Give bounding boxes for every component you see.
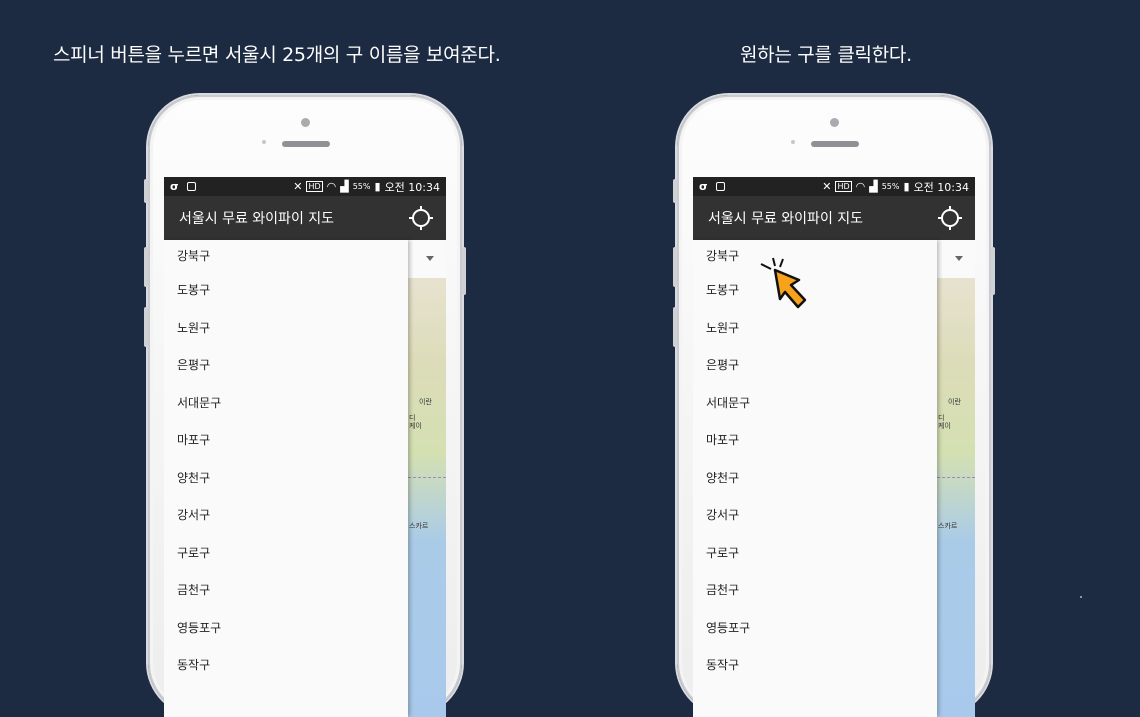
list-item[interactable]: 금천구 [164,572,408,610]
caption-right: 원하는 구를 클릭한다. [740,44,912,66]
phone-volume-down [144,307,148,347]
list-item[interactable]: 노원구 [693,310,937,348]
phone-screen: σ ✕ HD ◠ ▟ 55% ▮ 오전 10:34 서울시 무료 와이파이 지도 [164,177,446,717]
list-item[interactable]: 도봉구 [693,272,937,310]
phone-side-button [144,179,148,203]
notification-icon: σ [170,180,179,193]
list-item[interactable]: 노원구 [164,310,408,348]
app-title: 서울시 무료 와이파이 지도 [179,211,335,227]
battery-icon: ▮ [903,180,910,193]
phone-screen: σ ✕ HD ◠ ▟ 55% ▮ 오전 10:34 서울시 무료 와이파이 지도 [693,177,975,717]
battery-icon: ▮ [374,180,381,193]
phone-speaker [282,141,330,147]
locate-icon[interactable] [408,205,434,231]
phone-speaker [811,141,859,147]
list-item[interactable]: 마포구 [693,422,937,460]
map-label: 케이 [938,422,951,430]
map-label: 이란 [419,398,432,406]
app-bar: 서울시 무료 와이파이 지도 [164,196,446,240]
screenshot-icon [186,182,196,191]
map-label: 케이 [409,422,422,430]
app-bar: 서울시 무료 와이파이 지도 [693,196,975,240]
phone-sensor [791,140,795,144]
decorative-dot [1080,596,1082,598]
list-item[interactable]: 동작구 [693,647,937,685]
list-item[interactable]: 영등포구 [164,610,408,648]
list-item[interactable]: 금천구 [693,572,937,610]
phone-camera [301,118,310,127]
list-item[interactable]: 양천구 [164,460,408,498]
wifi-icon: ◠ [326,180,337,193]
list-item[interactable]: 강북구 [164,240,408,272]
list-item[interactable]: 서대문구 [164,385,408,423]
wifi-icon: ◠ [855,180,866,193]
notification-icon: σ [699,180,708,193]
phone-power-button [462,247,466,295]
hd-badge: HD [306,181,323,192]
screenshot-icon [715,182,725,191]
status-bar: σ ✕ HD ◠ ▟ 55% ▮ 오전 10:34 [693,177,975,196]
list-item[interactable]: 구로구 [164,535,408,573]
list-item[interactable]: 강서구 [164,497,408,535]
spinner-arrow-icon[interactable] [955,256,963,261]
list-item[interactable]: 영등포구 [693,610,937,648]
list-item[interactable]: 은평구 [164,347,408,385]
clock: 오전 10:34 [913,180,969,194]
phone-sensor [262,140,266,144]
map-label: 이란 [948,398,961,406]
phone-volume-up [144,247,148,287]
locate-icon[interactable] [937,205,963,231]
phone-camera [830,118,839,127]
app-title: 서울시 무료 와이파이 지도 [708,211,864,227]
map-label: 스카르 [409,522,429,530]
signal-icon: ▟ [869,180,878,193]
mute-icon: ✕ [293,180,303,193]
list-item[interactable]: 강서구 [693,497,937,535]
phone-side-button [673,179,677,203]
status-bar: σ ✕ HD ◠ ▟ 55% ▮ 오전 10:34 [164,177,446,196]
hd-badge: HD [835,181,852,192]
phone-right: σ ✕ HD ◠ ▟ 55% ▮ 오전 10:34 서울시 무료 와이파이 지도 [673,95,995,717]
map-label: 스카르 [938,522,958,530]
battery-percent: 55% [881,182,900,191]
caption-left: 스피너 버튼을 누르면 서울시 25개의 구 이름을 보여준다. [53,44,501,66]
list-item[interactable]: 마포구 [164,422,408,460]
battery-percent: 55% [352,182,371,191]
list-item-selected[interactable]: 강북구 [693,240,937,272]
list-item[interactable]: 도봉구 [164,272,408,310]
mute-icon: ✕ [822,180,832,193]
pointer-cursor-icon [759,256,809,312]
list-item[interactable]: 양천구 [693,460,937,498]
list-item[interactable]: 서대문구 [693,385,937,423]
district-dropdown-list: 강북구 도봉구 노원구 은평구 서대문구 마포구 양천구 강서구 구로구 금천구… [693,240,937,717]
list-item[interactable]: 구로구 [693,535,937,573]
clock: 오전 10:34 [384,180,440,194]
phone-power-button [991,247,995,295]
phone-volume-up [673,247,677,287]
signal-icon: ▟ [340,180,349,193]
list-item[interactable]: 은평구 [693,347,937,385]
phone-left: σ ✕ HD ◠ ▟ 55% ▮ 오전 10:34 서울시 무료 와이파이 지도 [144,95,466,717]
list-item[interactable]: 동작구 [164,647,408,685]
spinner-arrow-icon[interactable] [426,256,434,261]
phone-volume-down [673,307,677,347]
district-dropdown-list: 강북구 도봉구 노원구 은평구 서대문구 마포구 양천구 강서구 구로구 금천구… [164,240,408,717]
